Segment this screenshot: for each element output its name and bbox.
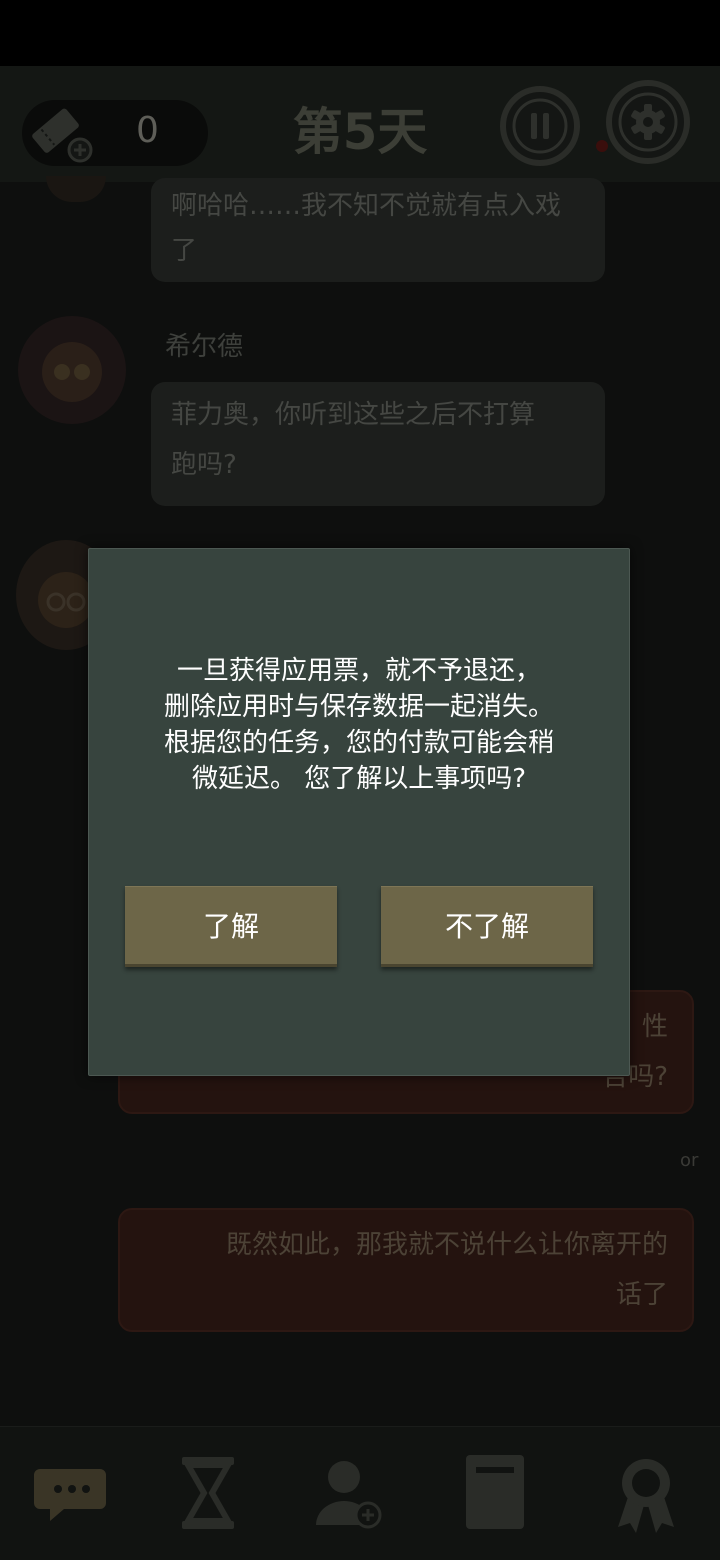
- chat-bubble-1: 啊哈哈……我不知不觉就有点入戏 了: [151, 178, 605, 282]
- pause-button[interactable]: [500, 86, 580, 166]
- ticket-count: 0: [136, 110, 159, 151]
- pause-icon: [512, 98, 568, 154]
- bottom-nav: [0, 1426, 720, 1560]
- settings-button[interactable]: [606, 80, 690, 164]
- confirm-button[interactable]: 了解: [125, 886, 337, 967]
- chat-bubble-1-line1: 啊哈哈……我不知不觉就有点入戏: [171, 191, 562, 221]
- chat-bubble-2-line2: 跑吗?: [171, 450, 237, 480]
- dialog-message-line-4: 微延迟。 您了解以上事项吗?: [191, 764, 527, 794]
- dialog-message-line-2: 删除应用时与保存数据一起消失。: [163, 692, 554, 722]
- book-icon[interactable]: [462, 1451, 528, 1533]
- refund-confirm-dialog: 一旦获得应用票，就不予退还， 删除应用时与保存数据一起消失。 根据您的任务，您的…: [88, 548, 630, 1076]
- or-label: or: [680, 1150, 699, 1171]
- speaker-name: 希尔德: [165, 332, 244, 362]
- ticket-add-icon[interactable]: [22, 102, 94, 164]
- decline-button[interactable]: 不了解: [381, 886, 593, 967]
- medal-icon[interactable]: [606, 1453, 686, 1533]
- notification-dot: [596, 140, 608, 152]
- dialog-message-line-3: 根据您的任务，您的付款可能会稍: [163, 728, 554, 758]
- avatar-partial: [46, 176, 106, 202]
- chat-bubble-2: 菲力奥，你听到这些之后不打算 跑吗?: [151, 382, 605, 506]
- dialog-message-line-1: 一旦获得应用票，就不予退还，: [176, 656, 541, 686]
- reply-option-2-line1: 既然如此，那我就不说什么让你离开的: [225, 1230, 668, 1260]
- avatar-hilde: [18, 316, 126, 424]
- gear-icon: [618, 92, 678, 152]
- chat-bubble-2-line1: 菲力奥，你听到这些之后不打算: [171, 400, 536, 430]
- chat-bubble-1-line2: 了: [171, 236, 198, 266]
- add-user-icon[interactable]: [312, 1455, 384, 1535]
- reply-option-2[interactable]: 既然如此，那我就不说什么让你离开的 话了: [118, 1208, 694, 1332]
- status-bar: [0, 0, 720, 66]
- reply-option-2-line2: 话了: [615, 1280, 668, 1310]
- day-title: 第5天: [292, 103, 428, 161]
- dialog-message: 一旦获得应用票，就不予退还， 删除应用时与保存数据一起消失。 根据您的任务，您的…: [109, 653, 609, 797]
- chat-icon[interactable]: [26, 1459, 112, 1531]
- hourglass-icon[interactable]: [176, 1455, 240, 1531]
